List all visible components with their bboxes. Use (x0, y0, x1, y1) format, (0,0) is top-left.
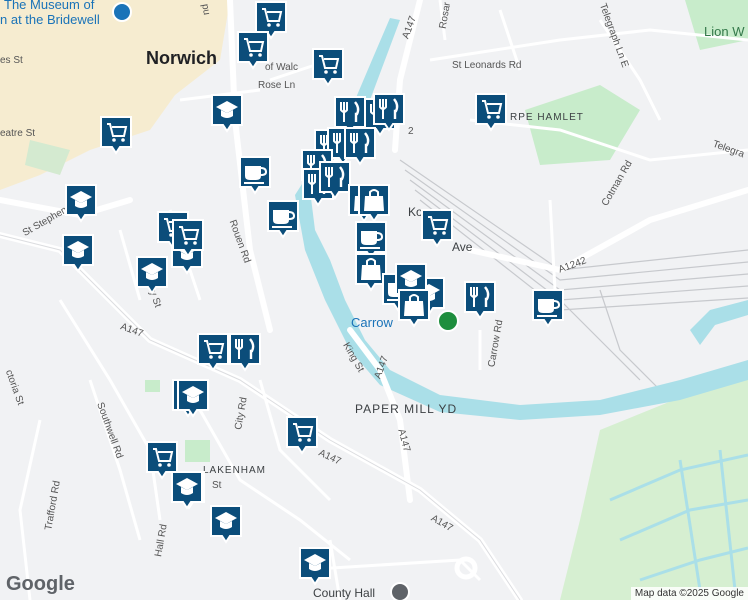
county-hall-label[interactable]: County Hall (313, 586, 375, 600)
museum-icon[interactable] (112, 2, 132, 22)
bag-icon[interactable] (357, 183, 391, 223)
rose-ln-label: Rose Ln (258, 80, 296, 91)
fork-knife-icon[interactable] (463, 280, 497, 320)
landmark-icon[interactable] (390, 582, 410, 600)
cart-icon[interactable] (311, 47, 345, 87)
cart-icon[interactable] (145, 440, 179, 480)
map-attribution[interactable]: Map data ©2025 Google (630, 587, 748, 600)
cart-icon[interactable] (196, 332, 230, 372)
thorpe-hamlet-label: RPE HAMLET (510, 112, 584, 123)
cart-icon[interactable] (254, 0, 288, 40)
museum-label[interactable]: The Museum of (4, 0, 94, 12)
cart-icon[interactable] (474, 92, 508, 132)
grad-icon[interactable] (135, 255, 169, 295)
coffee-icon[interactable] (266, 199, 300, 239)
fork-knife-icon[interactable] (372, 92, 406, 132)
st-frag-label: St (212, 480, 222, 491)
cart-icon[interactable] (285, 415, 319, 455)
fork-knife-icon[interactable] (343, 126, 377, 166)
grad-icon[interactable] (176, 378, 210, 418)
fork-knife-icon[interactable] (228, 332, 262, 372)
grad-icon[interactable] (298, 546, 332, 586)
grad-icon[interactable] (209, 504, 243, 544)
cart-icon[interactable] (236, 30, 270, 70)
fork-knife-icon[interactable] (333, 95, 367, 135)
lion-wood-label: Lion W (704, 24, 745, 39)
e2-label: 2 (408, 126, 414, 137)
theatre-label: eatre St (0, 128, 36, 139)
google-logo: Google (6, 573, 75, 595)
map-base (0, 0, 748, 600)
st-leonards-label: St Leonards Rd (452, 60, 522, 71)
grad-icon[interactable] (61, 233, 95, 273)
bag-icon[interactable] (397, 288, 431, 328)
pu-label: pu (199, 3, 212, 16)
grad-icon[interactable] (64, 183, 98, 223)
lakenham-label: LAKENHAM (203, 465, 267, 476)
grad-icon[interactable] (170, 470, 204, 510)
cart-icon[interactable] (99, 115, 133, 155)
cart-icon[interactable] (171, 218, 205, 258)
coffee-icon[interactable] (531, 288, 565, 328)
koblenz-label-2: Ave (452, 240, 473, 254)
grad-icon[interactable] (210, 93, 244, 133)
es-st-label: es St (0, 55, 23, 66)
map[interactable]: Norwich The Museum of n at the Bridewell… (0, 0, 748, 600)
coffee-icon[interactable] (354, 220, 388, 260)
cart-icon[interactable] (420, 208, 454, 248)
paper-mill-label: PAPER MILL YD (355, 402, 458, 416)
coffee-icon[interactable] (238, 155, 272, 195)
city-label: Norwich (146, 48, 218, 68)
carrow-label[interactable]: Carrow (351, 315, 393, 330)
museum-label-2[interactable]: n at the Bridewell (0, 12, 100, 27)
